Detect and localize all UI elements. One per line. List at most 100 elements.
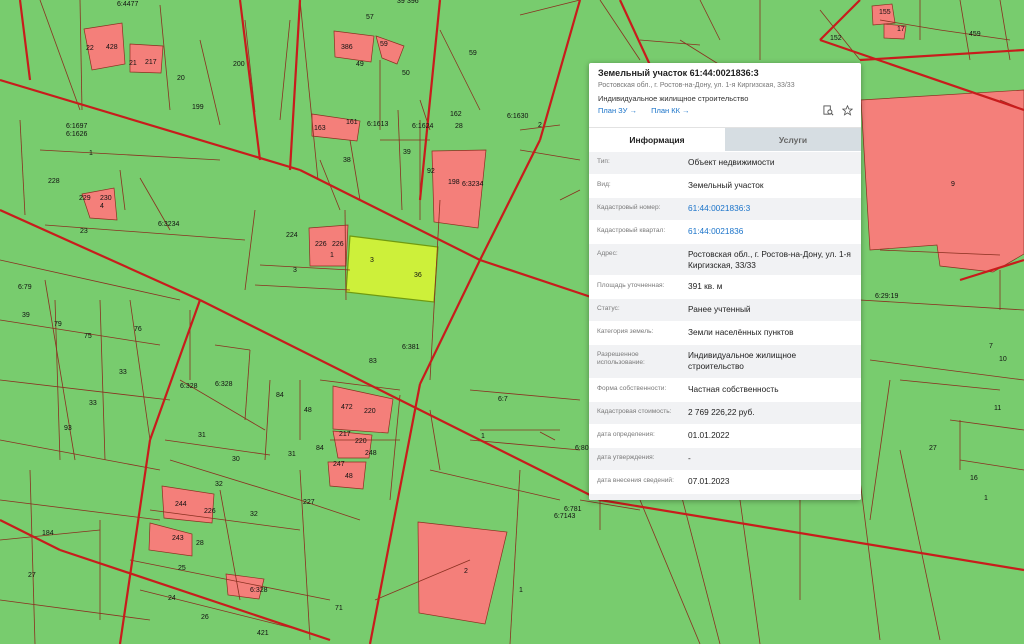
parcel-number-label: 50 <box>402 70 410 77</box>
parcel-number-label: 28 <box>196 540 204 547</box>
parcel-number-label: 6:4477 <box>117 1 139 8</box>
plan-kk-link[interactable]: План КК → <box>651 106 690 115</box>
selected-parcel[interactable] <box>345 235 439 303</box>
selected-parcel-shape[interactable] <box>345 235 439 303</box>
parcel-number-label: 6:1697 <box>66 123 88 130</box>
info-row-value: Ранее учтенный <box>688 304 751 314</box>
parcel-number-label: 152 <box>830 35 842 42</box>
info-row-label: Вид: <box>597 181 611 188</box>
parcel-number-label: 33 <box>89 400 97 407</box>
parcel-number-label: 220 <box>364 408 376 415</box>
parcel-number-label: 6:381 <box>402 344 420 351</box>
parcel-number-label: 2 <box>464 568 468 575</box>
parcel-number-label: 229 <box>79 195 91 202</box>
parcel-number-label: 163 <box>314 125 326 132</box>
parcel-number-label: 155 <box>879 9 891 16</box>
parcel-number-label: 248 <box>365 450 377 457</box>
info-row: дата определения: 01.01.2022 <box>589 424 861 447</box>
parcel-number-label: 6:79 <box>18 284 32 291</box>
star-icon[interactable] <box>842 105 853 116</box>
parcel-number-label: 32 <box>250 511 258 518</box>
parcel-number-label: 161 <box>346 119 358 126</box>
info-row-value[interactable]: 61:44:0021836 <box>688 221 861 237</box>
parcel-number-label: 220 <box>355 438 367 445</box>
parcel-number-label: 6:3234 <box>462 181 484 188</box>
parcel-number-label: 21 <box>129 60 137 67</box>
parcel-number-label: 6:328 <box>180 383 198 390</box>
panel-tabs: Информация Услуги <box>589 127 861 151</box>
info-row-label: дата применения: <box>589 494 688 500</box>
info-row-label: Кадастровый номер: <box>597 204 661 211</box>
info-row: Площадь уточненная: 391 кв. м <box>589 275 861 298</box>
cadastral-map[interactable]: 6:447722 42821 217202001996:16976:16261228… <box>0 0 1024 644</box>
tab-services[interactable]: Услуги <box>725 128 861 151</box>
parcel-number-label: 36 <box>414 272 422 279</box>
info-row-value[interactable]: 61:44:0021836:3 <box>688 198 861 214</box>
info-row-value: Ростовская обл., г. Ростов-на-Дону, ул. … <box>688 249 851 270</box>
search-doc-icon[interactable] <box>823 105 834 116</box>
panel-title: Земельный участок 61:44:0021836:3 <box>598 68 759 78</box>
info-row: Тип: Объект недвижимости <box>589 151 861 174</box>
info-row-label: дата утверждения: <box>597 454 655 461</box>
parcel-number-label: 11 <box>994 405 1001 412</box>
parcel-number-label: 28 <box>455 123 463 130</box>
building <box>431 149 487 229</box>
info-row: Адрес: Ростовская обл., г. Ростов-на-Дону… <box>589 243 861 275</box>
parcel-number-label: 162 <box>450 111 462 118</box>
parcel-number-label: 39 <box>397 0 405 5</box>
parcel-number-label: 30 <box>232 456 240 463</box>
parcel-number-label: 2 <box>538 122 542 129</box>
parcel-number-label: 32 <box>215 481 223 488</box>
info-row-value: 391 кв. м <box>688 281 723 291</box>
info-row-value: - <box>688 453 691 463</box>
info-row-value: Земли населённых пунктов <box>688 327 794 337</box>
parcel-number-label: 39 <box>403 149 411 156</box>
parcel-number-label: 226 <box>315 241 327 248</box>
info-row: дата утверждения: - <box>589 447 861 470</box>
parcel-number-label: 1 <box>984 495 988 502</box>
parcel-number-label: 1 <box>481 433 485 440</box>
parcel-number-label: 76 <box>134 326 142 333</box>
parcel-number-label: 83 <box>369 358 377 365</box>
parcel-number-label: 230 <box>100 195 112 202</box>
parcel-number-label: 23 <box>80 228 88 235</box>
parcel-number-label: 16 <box>970 475 978 482</box>
parcel-number-label: 33 <box>119 369 127 376</box>
parcel-number-label: 228 <box>48 178 60 185</box>
parcel-number-label: 6:3234 <box>158 221 180 228</box>
parcel-number-label: 75 <box>84 333 92 340</box>
info-row-value: Частная собственность <box>688 384 779 394</box>
parcel-number-label: 472 <box>341 404 353 411</box>
parcel-number-label: 200 <box>233 61 245 68</box>
parcel-number-label: 1 <box>519 587 523 594</box>
parcel-number-label: 6:80 <box>575 445 589 452</box>
parcel-number-label: 24 <box>168 595 176 602</box>
info-row: дата применения:01.01.2023 <box>589 493 861 500</box>
info-row-label: дата внесения сведений: <box>597 477 674 484</box>
info-row-value: 07.01.2023 <box>688 476 730 486</box>
parcel-number-label: 247 <box>333 461 345 468</box>
parcel-number-label: 79 <box>54 321 62 328</box>
parcel-number-label: 184 <box>42 530 54 537</box>
object-info-panel: Земельный участок 61:44:0021836:3 Ростов… <box>589 63 861 500</box>
info-row-label: Адрес: <box>597 250 618 257</box>
building <box>860 89 1024 273</box>
tab-info[interactable]: Информация <box>589 128 725 151</box>
parcel-number-label: 17 <box>897 26 905 33</box>
panel-links: План ЗУ → План КК → <box>598 106 702 115</box>
info-row: Кадастровая стоимость: 2 769 226,22 руб. <box>589 401 861 424</box>
parcel-number-label: 31 <box>288 451 296 458</box>
info-row-value: Объект недвижимости <box>688 157 775 167</box>
parcel-number-label: 4 <box>100 203 104 210</box>
info-row: Разрешенное использование: Индивидуальное… <box>589 344 861 378</box>
info-row: дата внесения сведений: 07.01.2023 <box>589 470 861 493</box>
parcel-number-label: 6:1630 <box>507 113 529 120</box>
info-row-label: Категория земель: <box>597 328 654 335</box>
parcel-number-label: 25 <box>178 565 186 572</box>
info-row: Категория земель: Земли населённых пункто… <box>589 321 861 344</box>
plan-zu-link[interactable]: План ЗУ → <box>598 106 637 115</box>
parcel-number-label: 6:781 <box>564 506 582 513</box>
parcel-number-label: 6:1624 <box>412 123 434 130</box>
info-rows: Тип: Объект недвижимости Вид: Земельный уча… <box>589 151 861 500</box>
info-row: Кадастровый квартал: 61:44:0021836 <box>589 220 861 243</box>
